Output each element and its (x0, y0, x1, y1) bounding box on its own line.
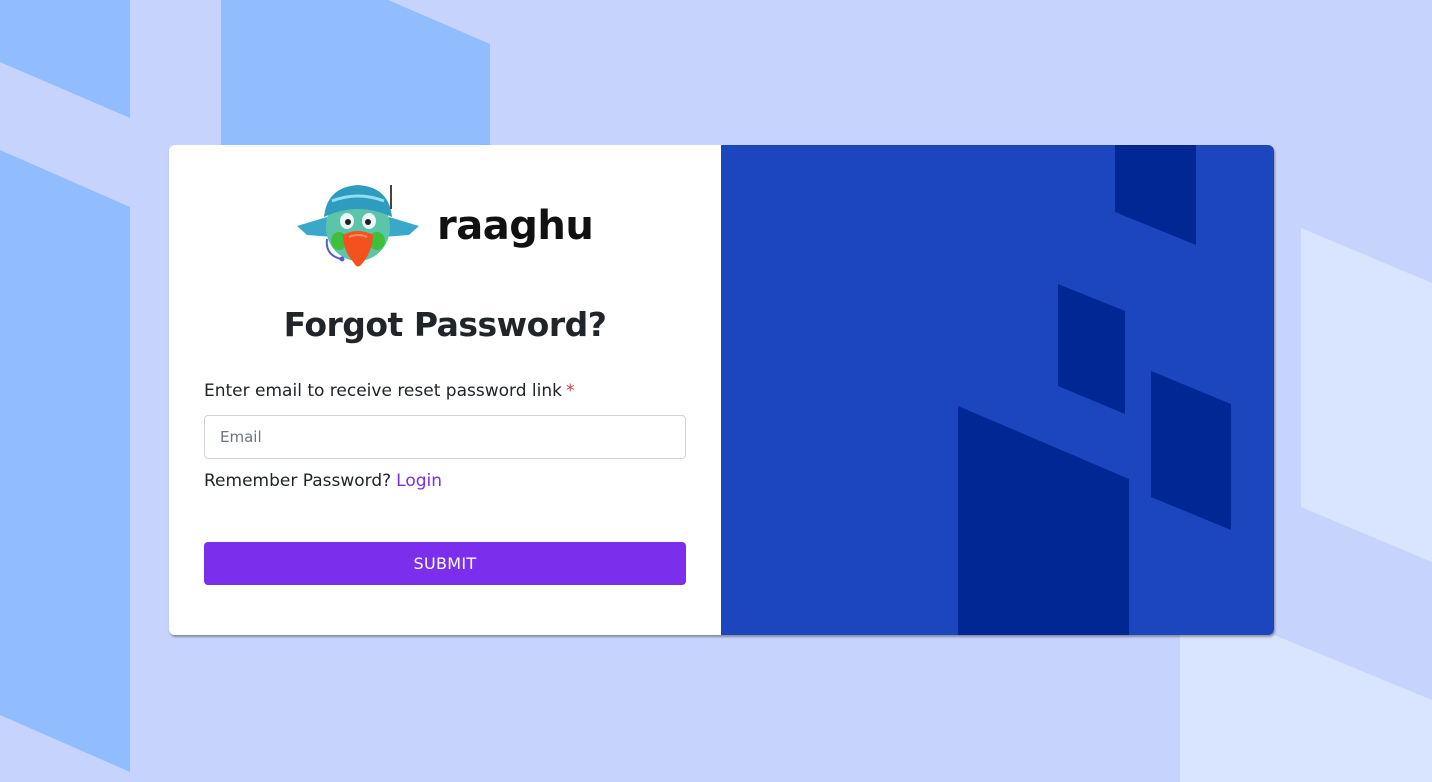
email-input[interactable] (204, 415, 686, 459)
form-panel: raaghu Forgot Password? Enter email to r… (169, 145, 721, 635)
forgot-password-page: raaghu Forgot Password? Enter email to r… (0, 0, 1432, 782)
login-link[interactable]: Login (396, 471, 442, 491)
brand-name: raaghu (437, 203, 594, 249)
decorative-shapes (958, 145, 1231, 635)
remember-password-text: Remember Password? (204, 471, 392, 491)
email-label-text: Enter email to receive reset password li… (204, 381, 562, 401)
required-marker: * (565, 381, 575, 401)
forgot-password-card: raaghu Forgot Password? Enter email to r… (169, 145, 1274, 635)
email-label: Enter email to receive reset password li… (204, 381, 574, 401)
submit-button[interactable]: SUBMIT (204, 542, 686, 585)
brand-logo: raaghu (297, 181, 594, 273)
remember-password-row: Remember Password? Login (204, 471, 442, 491)
page-title: Forgot Password? (283, 305, 607, 344)
parrot-mascot-icon (297, 185, 419, 267)
decorative-panel (721, 145, 1274, 635)
